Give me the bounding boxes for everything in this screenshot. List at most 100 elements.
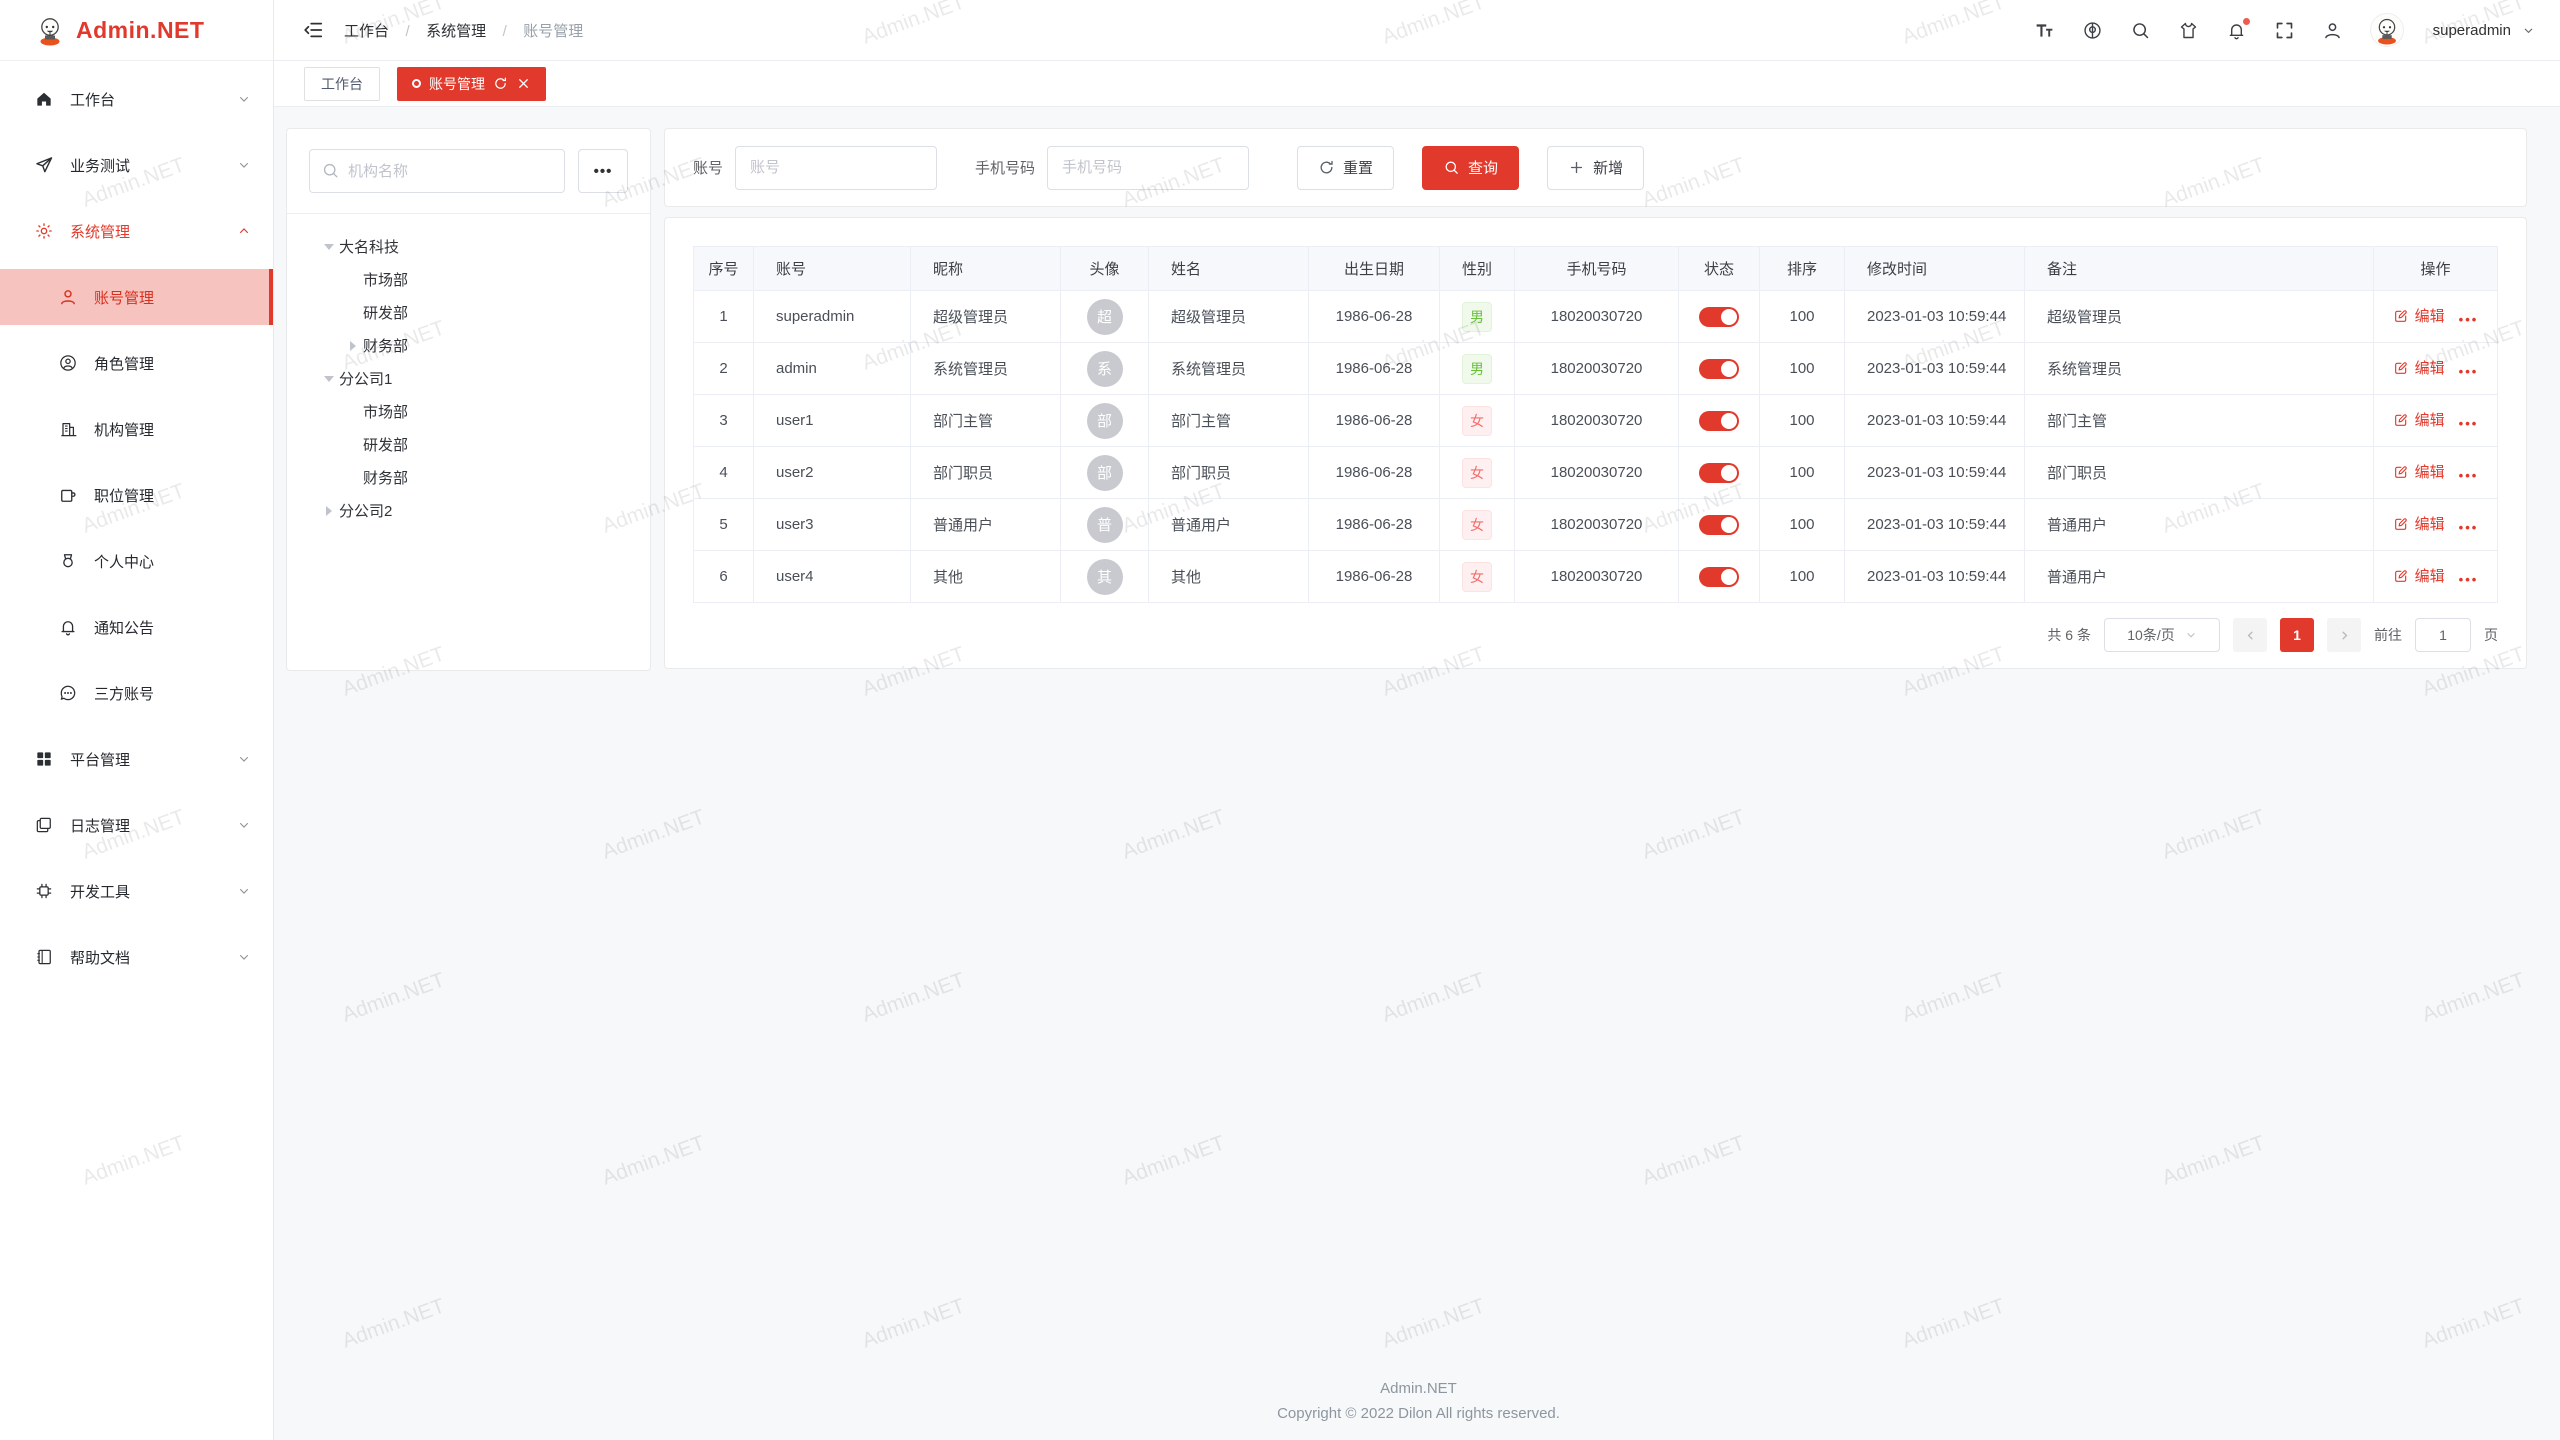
tree-node[interactable]: 分公司1	[309, 362, 628, 395]
account-input[interactable]	[735, 146, 937, 190]
breadcrumb-system-management[interactable]: 系统管理	[426, 23, 486, 40]
avatar-mascot-icon	[2372, 15, 2402, 45]
tree-node-label: 分公司1	[339, 368, 392, 389]
cell-nick: 部门主管	[911, 395, 1061, 447]
font-size-icon[interactable]	[2034, 20, 2055, 41]
tree-node[interactable]: 研发部	[309, 428, 628, 461]
send-icon	[34, 155, 54, 175]
sidebar-item-log-management[interactable]: 日志管理	[0, 797, 273, 853]
cell-birth: 1986-06-28	[1309, 291, 1440, 343]
edit-button[interactable]: 编辑	[2393, 461, 2445, 482]
sidebar-item-account-management[interactable]: 账号管理	[0, 269, 273, 325]
close-icon[interactable]	[516, 76, 531, 91]
sidebar-item-platform-management[interactable]: 平台管理	[0, 731, 273, 787]
add-button[interactable]: 新增	[1547, 146, 1644, 190]
tree-node[interactable]: 研发部	[309, 296, 628, 329]
status-toggle[interactable]	[1699, 463, 1739, 483]
cell-name: 部门职员	[1149, 447, 1309, 499]
chevron-down-icon	[237, 752, 251, 766]
row-more-button[interactable]: •••	[2459, 572, 2479, 587]
bell-icon[interactable]	[2226, 20, 2247, 41]
reset-button[interactable]: 重置	[1297, 146, 1394, 190]
breadcrumb-workbench[interactable]: 工作台	[344, 23, 389, 40]
cell-no: 1	[694, 291, 754, 343]
edit-button[interactable]: 编辑	[2393, 513, 2445, 534]
sidebar-item-org-management[interactable]: 机构管理	[0, 401, 273, 457]
search-button[interactable]: 查询	[1422, 146, 1519, 190]
refresh-icon[interactable]	[493, 76, 508, 91]
tree-node[interactable]: 市场部	[309, 263, 628, 296]
pagination-prev-button[interactable]	[2233, 618, 2267, 652]
row-more-button[interactable]: •••	[2459, 312, 2479, 327]
page-size-select[interactable]: 10条/页	[2104, 618, 2220, 652]
table-row: 4user2部门职员部部门职员1986-06-28女18020030720100…	[694, 447, 2498, 499]
tree-node[interactable]: 财务部	[309, 461, 628, 494]
tree-expand-down-icon[interactable]	[319, 376, 339, 382]
tree-node-label: 市场部	[363, 401, 408, 422]
org-name-search-input[interactable]	[309, 149, 565, 193]
sidebar-item-third-party-account[interactable]: 三方账号	[0, 665, 273, 721]
sidebar-item-system-management[interactable]: 系统管理	[0, 203, 273, 259]
avatar[interactable]	[2370, 13, 2404, 47]
phone-label: 手机号码	[975, 157, 1035, 178]
person-icon[interactable]	[2322, 20, 2343, 41]
cell-order: 100	[1760, 499, 1845, 551]
tree-node-label: 研发部	[363, 434, 408, 455]
row-more-button[interactable]: •••	[2459, 520, 2479, 535]
sidebar-item-role-management[interactable]: 角色管理	[0, 335, 273, 391]
edit-label: 编辑	[2415, 305, 2445, 326]
row-more-button[interactable]: •••	[2459, 364, 2479, 379]
footer-title: Admin.NET	[274, 1380, 2560, 1397]
tab-account-management[interactable]: 账号管理	[397, 67, 546, 101]
tree-expand-down-icon[interactable]	[319, 244, 339, 250]
cell-modified: 2023-01-03 10:59:44	[1845, 447, 2025, 499]
tree-expand-right-icon[interactable]	[319, 506, 339, 516]
sidebar-item-help-docs[interactable]: 帮助文档	[0, 929, 273, 985]
theme-icon[interactable]	[2178, 20, 2199, 41]
brand[interactable]: Admin.NET	[0, 0, 273, 61]
edit-button[interactable]: 编辑	[2393, 357, 2445, 378]
status-toggle[interactable]	[1699, 567, 1739, 587]
edit-button[interactable]: 编辑	[2393, 305, 2445, 326]
search-icon[interactable]	[2130, 20, 2151, 41]
tree-node-label: 分公司2	[339, 500, 392, 521]
current-user-name[interactable]: superadmin	[2433, 22, 2511, 39]
menu-fold-icon[interactable]	[302, 19, 324, 41]
tree-node[interactable]: 大名科技	[309, 230, 628, 263]
sidebar-item-position-management[interactable]: 职位管理	[0, 467, 273, 523]
status-toggle[interactable]	[1699, 307, 1739, 327]
cell-gender: 男	[1440, 291, 1515, 343]
edit-button[interactable]: 编辑	[2393, 565, 2445, 586]
grid-icon	[34, 749, 54, 769]
tree-expand-right-icon[interactable]	[343, 341, 363, 351]
cell-name: 普通用户	[1149, 499, 1309, 551]
tree-node[interactable]: 分公司2	[309, 494, 628, 527]
tree-node[interactable]: 市场部	[309, 395, 628, 428]
edit-button[interactable]: 编辑	[2393, 409, 2445, 430]
tree-node[interactable]: 财务部	[309, 329, 628, 362]
pagination-next-button[interactable]	[2327, 618, 2361, 652]
sidebar-item-dev-tools[interactable]: 开发工具	[0, 863, 273, 919]
phone-input[interactable]	[1047, 146, 1249, 190]
status-toggle[interactable]	[1699, 411, 1739, 431]
row-more-button[interactable]: •••	[2459, 416, 2479, 431]
status-toggle[interactable]	[1699, 359, 1739, 379]
refresh-icon	[1318, 159, 1335, 176]
sidebar-item-business-test[interactable]: 业务测试	[0, 137, 273, 193]
row-more-button[interactable]: •••	[2459, 468, 2479, 483]
sidebar-item-personal-center[interactable]: 个人中心	[0, 533, 273, 589]
tab-workbench[interactable]: 工作台	[304, 67, 380, 101]
language-icon[interactable]	[2082, 20, 2103, 41]
cell-gender: 女	[1440, 551, 1515, 603]
sidebar-item-notice[interactable]: 通知公告	[0, 599, 273, 655]
filter-bar: 账号 手机号码 重置 查询	[664, 128, 2527, 207]
status-toggle[interactable]	[1699, 515, 1739, 535]
pagination-goto-input[interactable]	[2415, 618, 2471, 652]
tree-node-label: 财务部	[363, 467, 408, 488]
cell-status	[1679, 343, 1760, 395]
fullscreen-icon[interactable]	[2274, 20, 2295, 41]
tree-more-button[interactable]: •••	[578, 149, 628, 193]
pagination-page-1-button[interactable]: 1	[2280, 618, 2314, 652]
sidebar-item-workbench[interactable]: 工作台	[0, 71, 273, 127]
chevron-down-icon[interactable]	[2522, 24, 2535, 37]
